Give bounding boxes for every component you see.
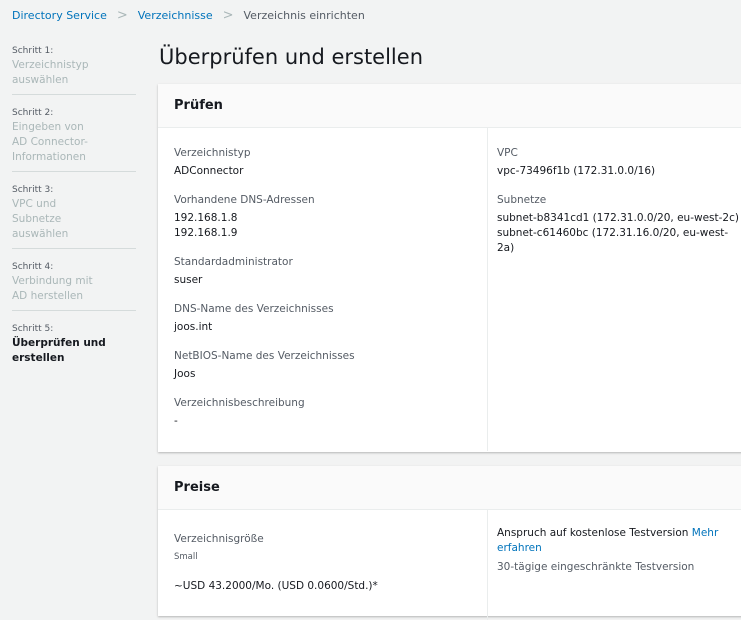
type-value: ADConnector [174, 165, 244, 177]
description-label: Verzeichnisbeschreibung [174, 397, 305, 409]
breadcrumb-current: Verzeichnis einrichten [243, 9, 365, 22]
step-2[interactable]: Schritt 2: Eingeben von AD Connector-Info… [12, 104, 136, 172]
chevron-right-icon: > [116, 8, 128, 23]
step-number: Schritt 4: [12, 262, 54, 272]
step-1[interactable]: Schritt 1: Verzeichnistyp auswählen [12, 42, 136, 95]
step-label: VPC und Subnetze auswählen [12, 198, 69, 240]
review-header: Prüfen [158, 84, 741, 128]
netbios-value: Joos [174, 368, 196, 380]
pricing-header: Preise [158, 466, 741, 510]
breadcrumb-directory-service[interactable]: Directory Service [12, 9, 107, 22]
step-number: Schritt 2: [12, 108, 54, 118]
step-label: Überprüfen und erstellen [12, 337, 106, 364]
breadcrumb: Directory Service > Verzeichnisse > Verz… [12, 8, 365, 23]
step-label: Verzeichnistyp auswählen [12, 59, 89, 86]
step-number: Schritt 1: [12, 46, 54, 56]
dns-name-label: DNS-Name des Verzeichnisses [174, 303, 334, 315]
pricing-panel: Preise Verzeichnisgröße Small ~USD 43.20… [158, 466, 741, 620]
dns-label: Vorhandene DNS-Adressen [174, 194, 315, 206]
vpc-label: VPC [497, 147, 518, 159]
wizard-steps: Schritt 1: Verzeichnistyp auswählen Schri… [12, 42, 136, 381]
step-5: Schritt 5: Überprüfen und erstellen [12, 320, 136, 372]
subnet-value: subnet-c61460bc (172.31.16.0/20, eu-west… [497, 227, 729, 254]
vpc-value: vpc-73496f1b (172.31.0.0/16) [497, 165, 656, 177]
step-label: Eingeben von AD Connector-Informationen [12, 121, 88, 163]
admin-value: suser [174, 274, 203, 286]
trial-label: Anspruch auf kostenlose Testversion [497, 527, 689, 539]
size-value: Small [174, 552, 198, 562]
size-label: Verzeichnisgröße [174, 533, 264, 545]
price-value: ~USD 43.2000/Mo. (USD 0.0600/Std.)* [174, 580, 378, 592]
dns-name-value: joos.int [174, 321, 213, 333]
step-number: Schritt 5: [12, 324, 54, 334]
step-4[interactable]: Schritt 4: Verbindung mit AD herstellen [12, 258, 136, 311]
admin-label: Standardadministrator [174, 256, 293, 268]
trial-description: 30-tägige eingeschränkte Testversion [497, 561, 695, 573]
dns-value: 192.168.1.8 [174, 212, 238, 224]
page-title: Überprüfen und erstellen [159, 45, 423, 69]
description-value: - [174, 415, 178, 427]
subnet-value: subnet-b8341cd1 (172.31.0.0/20, eu-west-… [497, 212, 739, 224]
step-label: Verbindung mit AD herstellen [12, 275, 93, 302]
step-3[interactable]: Schritt 3: VPC und Subnetze auswählen [12, 181, 136, 249]
step-number: Schritt 3: [12, 185, 54, 195]
type-label: Verzeichnistyp [174, 147, 251, 159]
chevron-right-icon: > [222, 8, 234, 23]
review-panel: Prüfen Verzeichnistyp ADConnector Vorhan… [158, 84, 741, 452]
subnets-label: Subnetze [497, 194, 547, 206]
breadcrumb-verzeichnisse[interactable]: Verzeichnisse [138, 9, 213, 22]
dns-value: 192.168.1.9 [174, 227, 238, 239]
netbios-label: NetBIOS-Name des Verzeichnisses [174, 350, 355, 362]
